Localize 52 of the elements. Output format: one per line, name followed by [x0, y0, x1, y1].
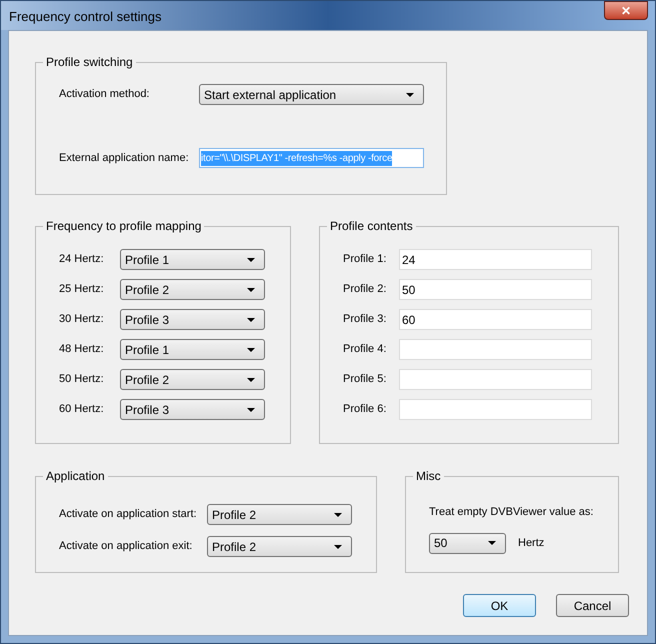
- field-label: Profile 2:: [343, 282, 388, 298]
- dropdown[interactable]: Start external application: [199, 84, 424, 105]
- ok-button[interactable]: OK: [463, 594, 536, 617]
- caret-icon: [334, 544, 342, 548]
- unit-label: Hertz: [518, 536, 544, 551]
- caret-icon: [488, 541, 496, 545]
- dropdown[interactable]: Profile 3: [120, 399, 265, 420]
- input-field[interactable]: 60: [399, 309, 592, 330]
- dropdown[interactable]: Profile 1: [120, 249, 265, 270]
- caret-icon: [334, 512, 342, 516]
- input-field[interactable]: [399, 399, 592, 420]
- field-label: Profile 4:: [343, 342, 388, 358]
- group-title: Application: [45, 468, 106, 485]
- dropdown[interactable]: Profile 2: [120, 369, 265, 390]
- field-label: 50 Hertz:: [59, 372, 105, 388]
- dropdown[interactable]: Profile 2: [207, 536, 352, 557]
- field-label: 60 Hertz:: [59, 402, 105, 418]
- caret-icon: [247, 378, 255, 382]
- caret-icon: [406, 92, 414, 96]
- dropdown[interactable]: Profile 1: [120, 339, 265, 360]
- field-label: Activation method:: [59, 87, 150, 102]
- input-field[interactable]: [399, 369, 592, 390]
- caret-icon: [247, 348, 255, 352]
- dropdown[interactable]: Profile 2: [207, 504, 352, 525]
- caret-icon: [247, 258, 255, 262]
- input-field[interactable]: [399, 339, 592, 360]
- caret-icon: [247, 408, 255, 412]
- field-label: Treat empty DVBViewer value as:: [429, 505, 594, 520]
- field-label: 30 Hertz:: [59, 312, 105, 328]
- window-title: Frequency control settings: [9, 8, 162, 26]
- field-label: Activate on application exit:: [59, 539, 194, 554]
- field-label: Profile 5:: [343, 372, 388, 388]
- field-label: Profile 3:: [343, 312, 388, 328]
- input-field[interactable]: 50: [399, 279, 592, 300]
- dropdown[interactable]: 50: [429, 532, 506, 554]
- caret-icon: [247, 288, 255, 292]
- caret-icon: [247, 318, 255, 322]
- field-label: Activate on application start:: [59, 507, 198, 522]
- input-field[interactable]: 24: [399, 249, 592, 270]
- field-label: Profile 6:: [343, 402, 388, 418]
- dropdown[interactable]: Profile 3: [120, 309, 265, 330]
- dropdown[interactable]: Profile 2: [120, 279, 265, 300]
- cancel-button[interactable]: Cancel: [556, 594, 629, 617]
- field-label: 24 Hertz:: [59, 252, 105, 268]
- group-title: Profile switching: [45, 54, 134, 71]
- field-label: 48 Hertz:: [59, 342, 105, 358]
- group-title: Profile contents: [329, 218, 414, 235]
- field-label: 25 Hertz:: [59, 282, 105, 298]
- group-title: Misc: [415, 468, 442, 485]
- field-label: External application name:: [59, 150, 190, 166]
- field-label: Profile 1:: [343, 252, 388, 268]
- group-title: Frequency to profile mapping: [45, 218, 202, 235]
